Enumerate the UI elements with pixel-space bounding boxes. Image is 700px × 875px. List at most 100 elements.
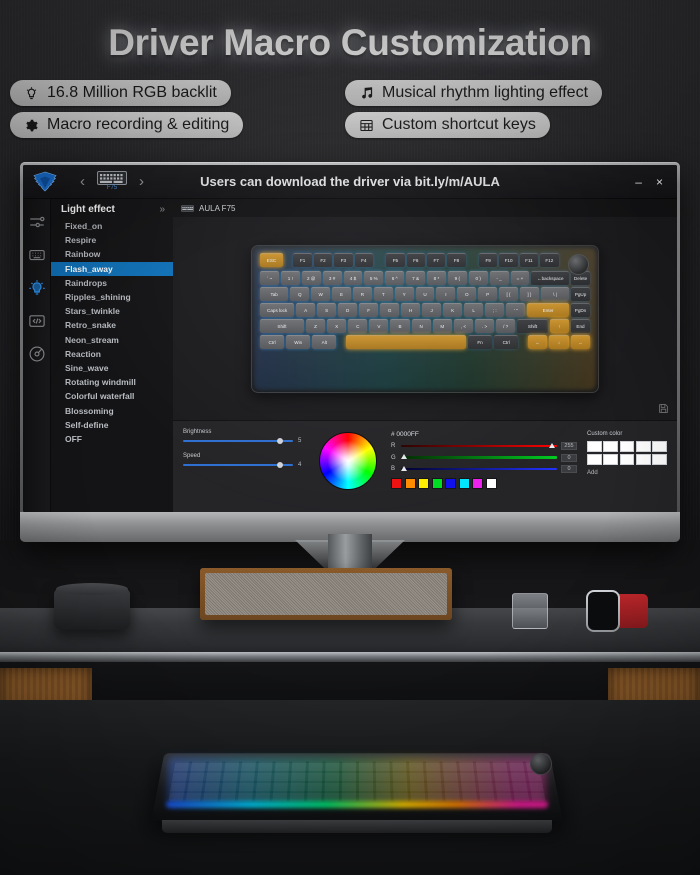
brightness-slider[interactable]: 5 [183, 438, 305, 444]
custom-color-cell[interactable] [587, 453, 602, 465]
rgb-handle[interactable] [401, 465, 408, 471]
custom-color-cell[interactable] [652, 453, 667, 465]
keyboard-key[interactable]: ←backspace [531, 270, 570, 285]
color-swatch[interactable] [458, 478, 470, 489]
speed-handle[interactable] [276, 462, 283, 468]
color-swatch[interactable] [485, 478, 497, 489]
keyboard-key[interactable]: F11 [519, 252, 539, 267]
effect-item[interactable]: Sine_wave [51, 361, 173, 375]
keyboard-key[interactable]: Caps lock [260, 302, 295, 317]
keyboard-key[interactable]: 0 ) [468, 270, 488, 285]
keyboard-key[interactable]: 1 ! [280, 270, 300, 285]
keyboard-key[interactable]: W [311, 286, 331, 301]
collapse-icon[interactable]: » [159, 204, 165, 215]
keyboard-key[interactable]: F2 [313, 252, 333, 267]
keyboard-key[interactable]: Win [286, 334, 311, 349]
color-swatch[interactable] [391, 478, 402, 489]
keyboard-key[interactable]: S [317, 302, 337, 317]
keyboard-key[interactable]: 8 * [427, 270, 446, 285]
keyboard-key[interactable]: M [432, 318, 452, 333]
lightbulb-icon[interactable] [28, 279, 46, 297]
keyboard-key[interactable] [346, 334, 466, 349]
keyboard-key[interactable]: H [401, 302, 421, 317]
keyboard-key[interactable]: → [570, 334, 590, 349]
keyboard-key[interactable]: ↑ [549, 318, 569, 333]
rgb-handle[interactable] [549, 442, 556, 448]
rgb-channel-r[interactable]: R 255 [391, 442, 577, 450]
add-color-button[interactable]: Add [587, 470, 667, 476]
close-button[interactable]: × [656, 176, 663, 188]
color-swatch[interactable] [404, 478, 416, 489]
prev-device-button[interactable]: ‹ [80, 174, 85, 189]
device-tab-label[interactable]: AULA F75 [199, 204, 235, 213]
keyboard-key[interactable]: \ | [540, 286, 570, 301]
keyboard-key[interactable]: F1 [293, 252, 312, 267]
keyboard-key[interactable]: Ctrl [494, 334, 519, 349]
keyboard-key[interactable]: Y [394, 286, 414, 301]
keyboard-key[interactable]: E [332, 286, 351, 301]
keyboard-key[interactable]: V [369, 318, 389, 333]
effect-item[interactable]: Rotating windmill [51, 375, 173, 389]
custom-color-cell[interactable] [635, 453, 651, 465]
speed-slider[interactable]: 4 [183, 462, 305, 468]
effect-item[interactable]: Fixed_on [51, 219, 173, 233]
custom-color-cell[interactable] [619, 453, 635, 465]
disc-icon[interactable] [28, 345, 46, 363]
custom-color-cell[interactable] [603, 453, 619, 465]
keyboard-key[interactable]: F4 [354, 252, 373, 267]
keyboard-key[interactable]: End [570, 318, 591, 333]
color-swatch[interactable] [445, 478, 456, 489]
custom-color-cell[interactable] [652, 441, 667, 452]
keyboard-key[interactable]: ; : [485, 302, 505, 317]
keyboard-key[interactable]: ← [528, 334, 548, 349]
color-wheel[interactable] [319, 432, 377, 490]
keyboard-key[interactable]: T [373, 286, 393, 301]
keyboard-key[interactable]: = + [510, 270, 530, 285]
rgb-track[interactable] [401, 454, 557, 460]
keyboard-key[interactable]: PgDn [571, 302, 590, 317]
keyboard-key[interactable]: C [348, 318, 368, 333]
color-swatch[interactable] [472, 478, 483, 489]
keyboard-key[interactable]: ESC [260, 252, 283, 267]
keyboard-key[interactable]: O [457, 286, 477, 301]
effect-item[interactable]: Ripples_shining [51, 290, 173, 304]
rgb-track[interactable] [401, 465, 557, 471]
keyboard-key[interactable]: Shift [260, 318, 304, 333]
keyboard-key[interactable]: X [327, 318, 347, 333]
keyboard-key[interactable]: Enter [527, 302, 569, 317]
effect-item[interactable]: Raindrops [51, 276, 173, 290]
color-swatch[interactable] [431, 478, 443, 489]
keyboard-key[interactable]: 3 # [322, 270, 342, 285]
keyboard-key[interactable]: A [296, 302, 316, 317]
keyboard-key[interactable]: L [464, 302, 484, 317]
keyboard-key[interactable]: F12 [540, 252, 559, 267]
effect-item[interactable]: Neon_stream [51, 333, 173, 347]
save-disk-icon[interactable] [658, 403, 669, 414]
keyboard-key[interactable]: [ { [499, 286, 518, 301]
keyboard-key[interactable]: F5 [386, 252, 405, 267]
effect-item[interactable]: Blossoming [51, 403, 173, 417]
keyboard-key[interactable]: ' " [506, 302, 526, 317]
brightness-handle[interactable] [276, 438, 283, 444]
keyboard-key[interactable]: F10 [499, 252, 518, 267]
keyboard-key[interactable]: Tab [260, 286, 289, 301]
keyboard-key[interactable]: Ctrl [260, 334, 285, 349]
next-device-button[interactable]: › [139, 174, 144, 189]
effect-item[interactable]: Respire [51, 233, 173, 247]
keyboard-key[interactable]: D [338, 302, 358, 317]
keyboard-key[interactable]: R [352, 286, 372, 301]
keyboard-key[interactable]: Fn [467, 334, 493, 349]
keyboard-key[interactable]: 9 ( [447, 270, 467, 285]
keyboard-key[interactable]: 4 $ [343, 270, 363, 285]
effect-item[interactable]: Flash_away [51, 261, 173, 276]
keyboard-key[interactable]: Shift [517, 318, 548, 333]
effect-item[interactable]: Self-define [51, 418, 173, 432]
keyboard-key[interactable]: F [359, 302, 379, 317]
effect-item[interactable]: Rainbow [51, 247, 173, 261]
keyboard-key[interactable]: P [478, 286, 498, 301]
speed-track[interactable] [183, 462, 293, 468]
sliders-icon[interactable] [28, 213, 46, 231]
keyboard-key[interactable]: F8 [447, 252, 466, 267]
keyboard-key[interactable]: F9 [478, 252, 498, 267]
keyboard-key[interactable]: Q [290, 286, 310, 301]
